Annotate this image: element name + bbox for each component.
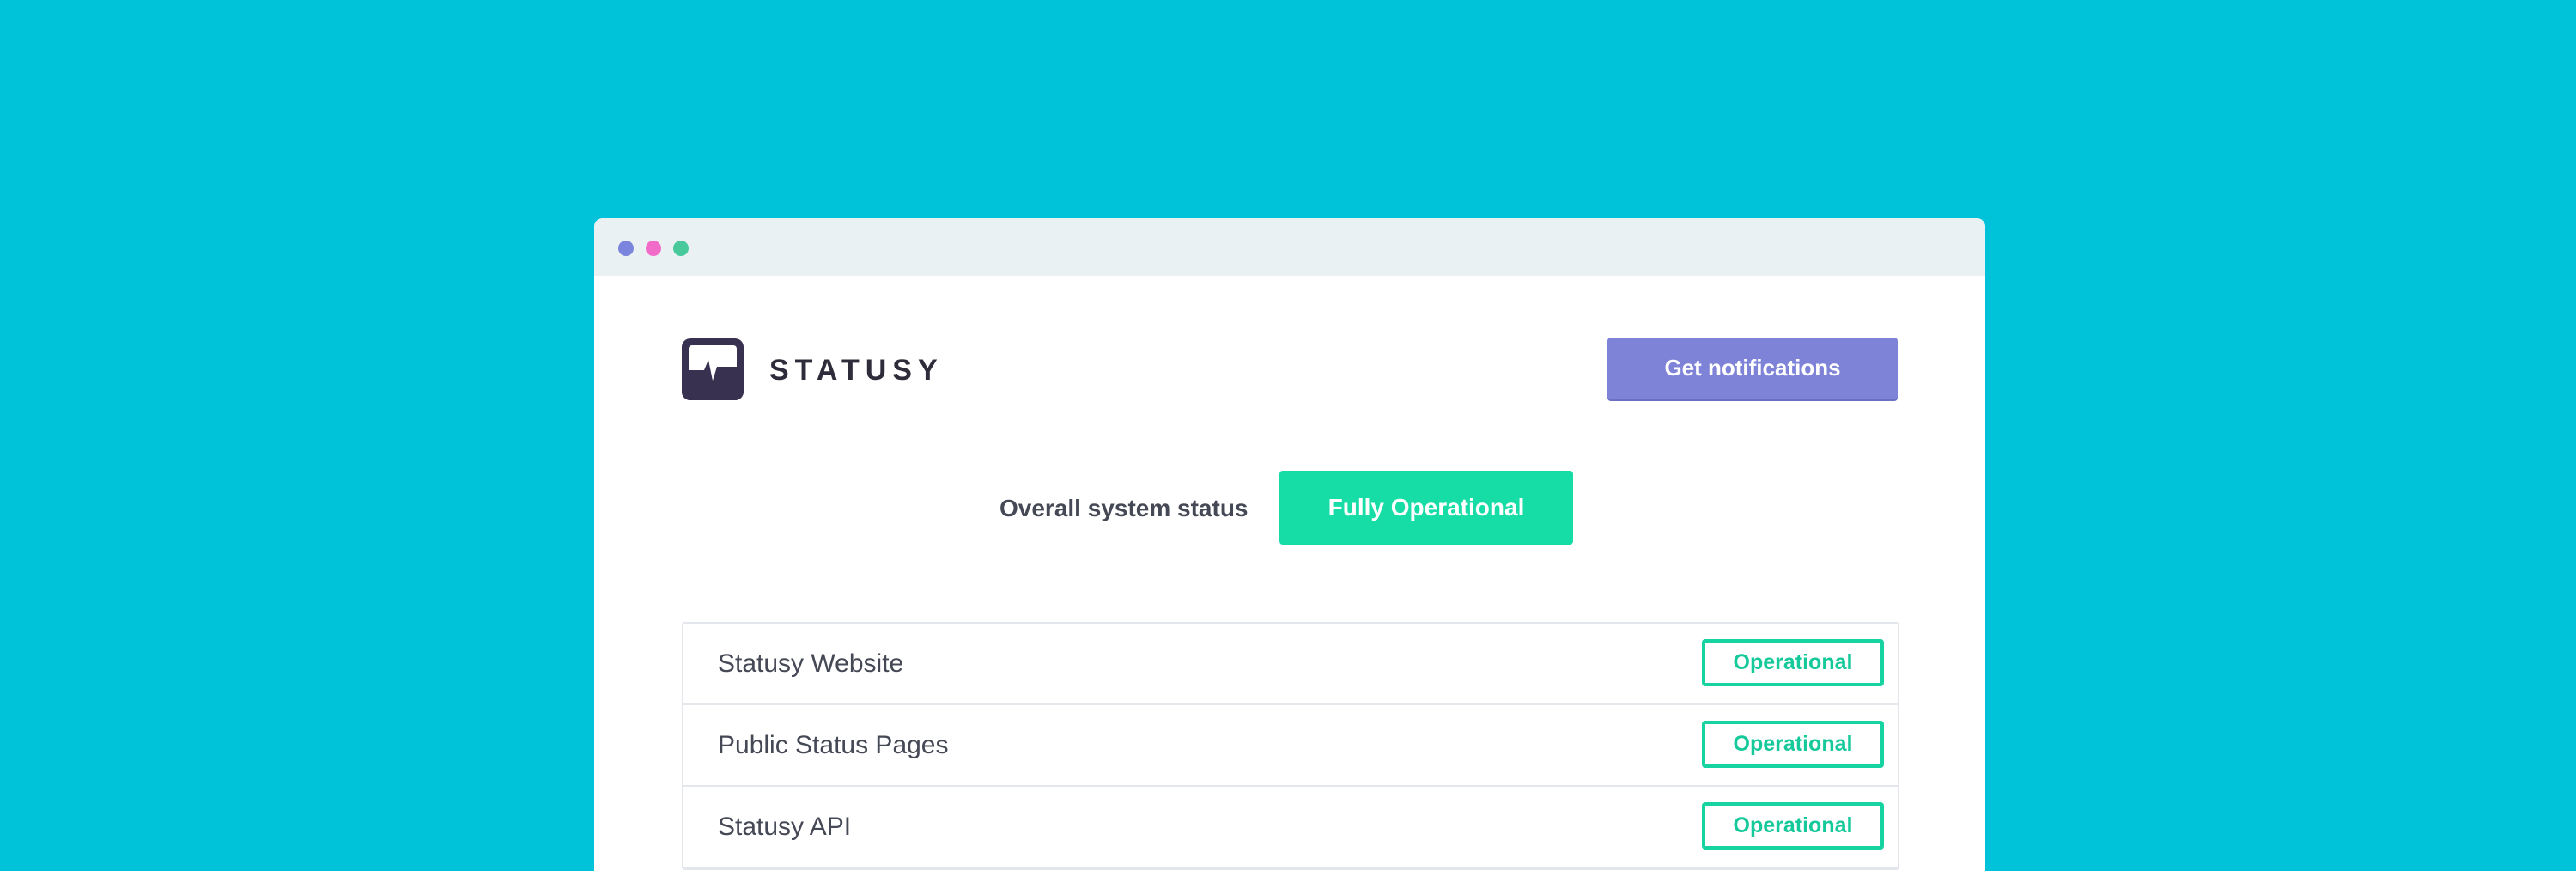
services-list: Statusy Website Operational Public Statu… [682,622,1899,870]
service-name: Statusy Website [718,649,904,678]
window-maximize-dot[interactable] [673,241,689,256]
brand-name: STATUSY [769,354,944,387]
window-minimize-dot[interactable] [646,241,661,256]
service-row: Statusy Website Operational [683,624,1898,705]
service-row: Statusy API Operational [683,787,1898,868]
service-status-badge: Operational [1702,802,1884,850]
browser-window: STATUSY Get notifications Overall system… [594,218,1985,871]
window-close-dot[interactable] [618,241,634,256]
overall-status-badge: Fully Operational [1279,471,1573,545]
heartbeat-monitor-icon [682,338,744,400]
service-name: Public Status Pages [718,731,949,759]
service-status-badge: Operational [1702,721,1884,768]
overall-status-label: Overall system status [999,495,1249,521]
service-name: Statusy API [718,813,852,841]
service-row: Public Status Pages Operational [683,705,1898,787]
get-notifications-button[interactable]: Get notifications [1607,338,1898,401]
window-titlebar [594,218,1985,276]
service-status-badge: Operational [1702,639,1884,686]
